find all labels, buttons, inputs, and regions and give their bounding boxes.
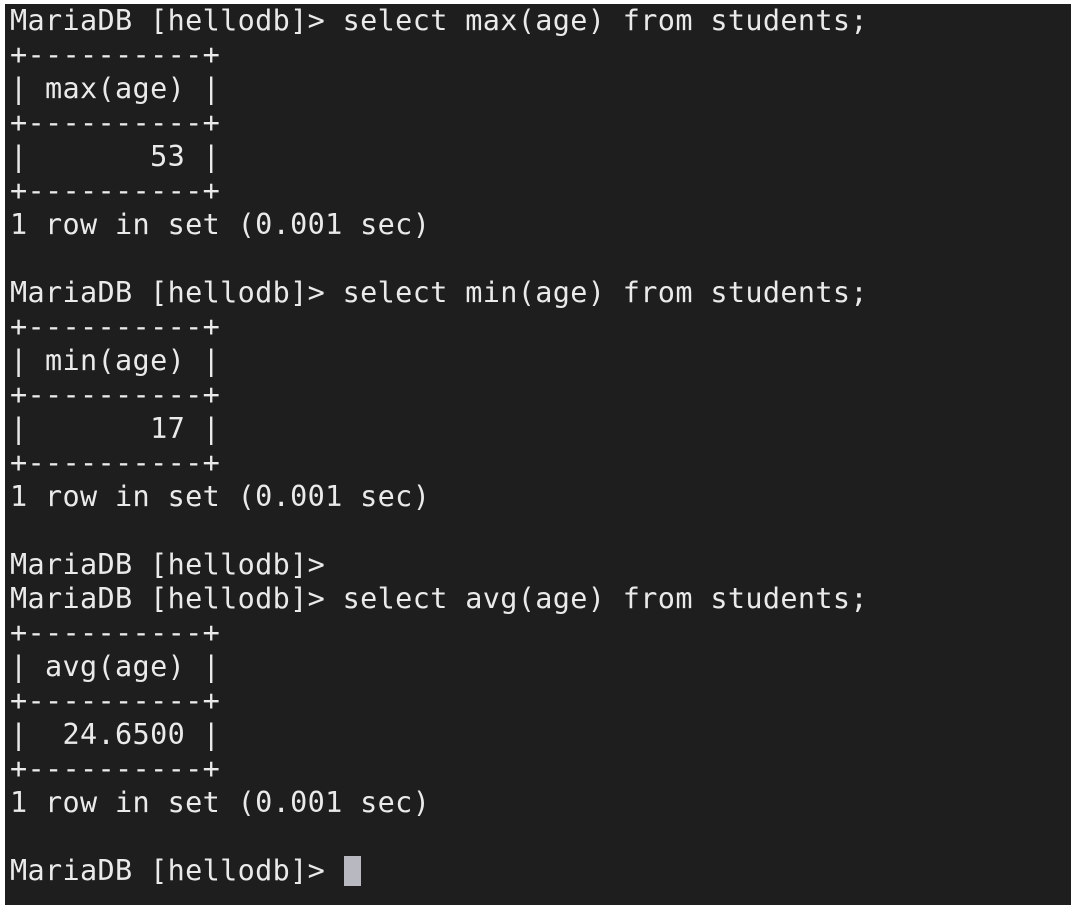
- table-border: +----------+: [10, 616, 221, 649]
- table-border: +----------+: [10, 106, 221, 139]
- result-summary: 1 row in set (0.001 sec): [10, 208, 431, 241]
- table-border: +----------+: [10, 310, 221, 343]
- table-header: | max(age) |: [10, 72, 221, 105]
- command-line: MariaDB [hellodb]> select min(age) from …: [10, 276, 868, 309]
- result-summary: 1 row in set (0.001 sec): [10, 786, 431, 819]
- active-prompt-line[interactable]: MariaDB [hellodb]>: [10, 854, 1071, 888]
- text-cursor: [343, 856, 361, 886]
- terminal-window: MariaDB [hellodb]> select max(age) from …: [0, 0, 1071, 907]
- table-header: | avg(age) |: [10, 650, 221, 683]
- table-border: +----------+: [10, 446, 221, 479]
- table-row: | 53 |: [10, 140, 221, 173]
- table-border: +----------+: [10, 174, 221, 207]
- table-border: +----------+: [10, 38, 221, 71]
- terminal-screen[interactable]: MariaDB [hellodb]> select max(age) from …: [5, 4, 1071, 905]
- result-summary: 1 row in set (0.001 sec): [10, 480, 431, 513]
- empty-prompt-line: MariaDB [hellodb]>: [10, 548, 326, 581]
- table-row: | 24.6500 |: [10, 718, 221, 751]
- table-border: +----------+: [10, 378, 221, 411]
- table-header: | min(age) |: [10, 344, 221, 377]
- command-line: MariaDB [hellodb]> select max(age) from …: [10, 4, 868, 37]
- command-line: MariaDB [hellodb]> select avg(age) from …: [10, 582, 868, 615]
- table-row: | 17 |: [10, 412, 221, 445]
- table-border: +----------+: [10, 684, 221, 717]
- prompt-text: MariaDB [hellodb]>: [10, 854, 343, 887]
- table-border: +----------+: [10, 752, 221, 785]
